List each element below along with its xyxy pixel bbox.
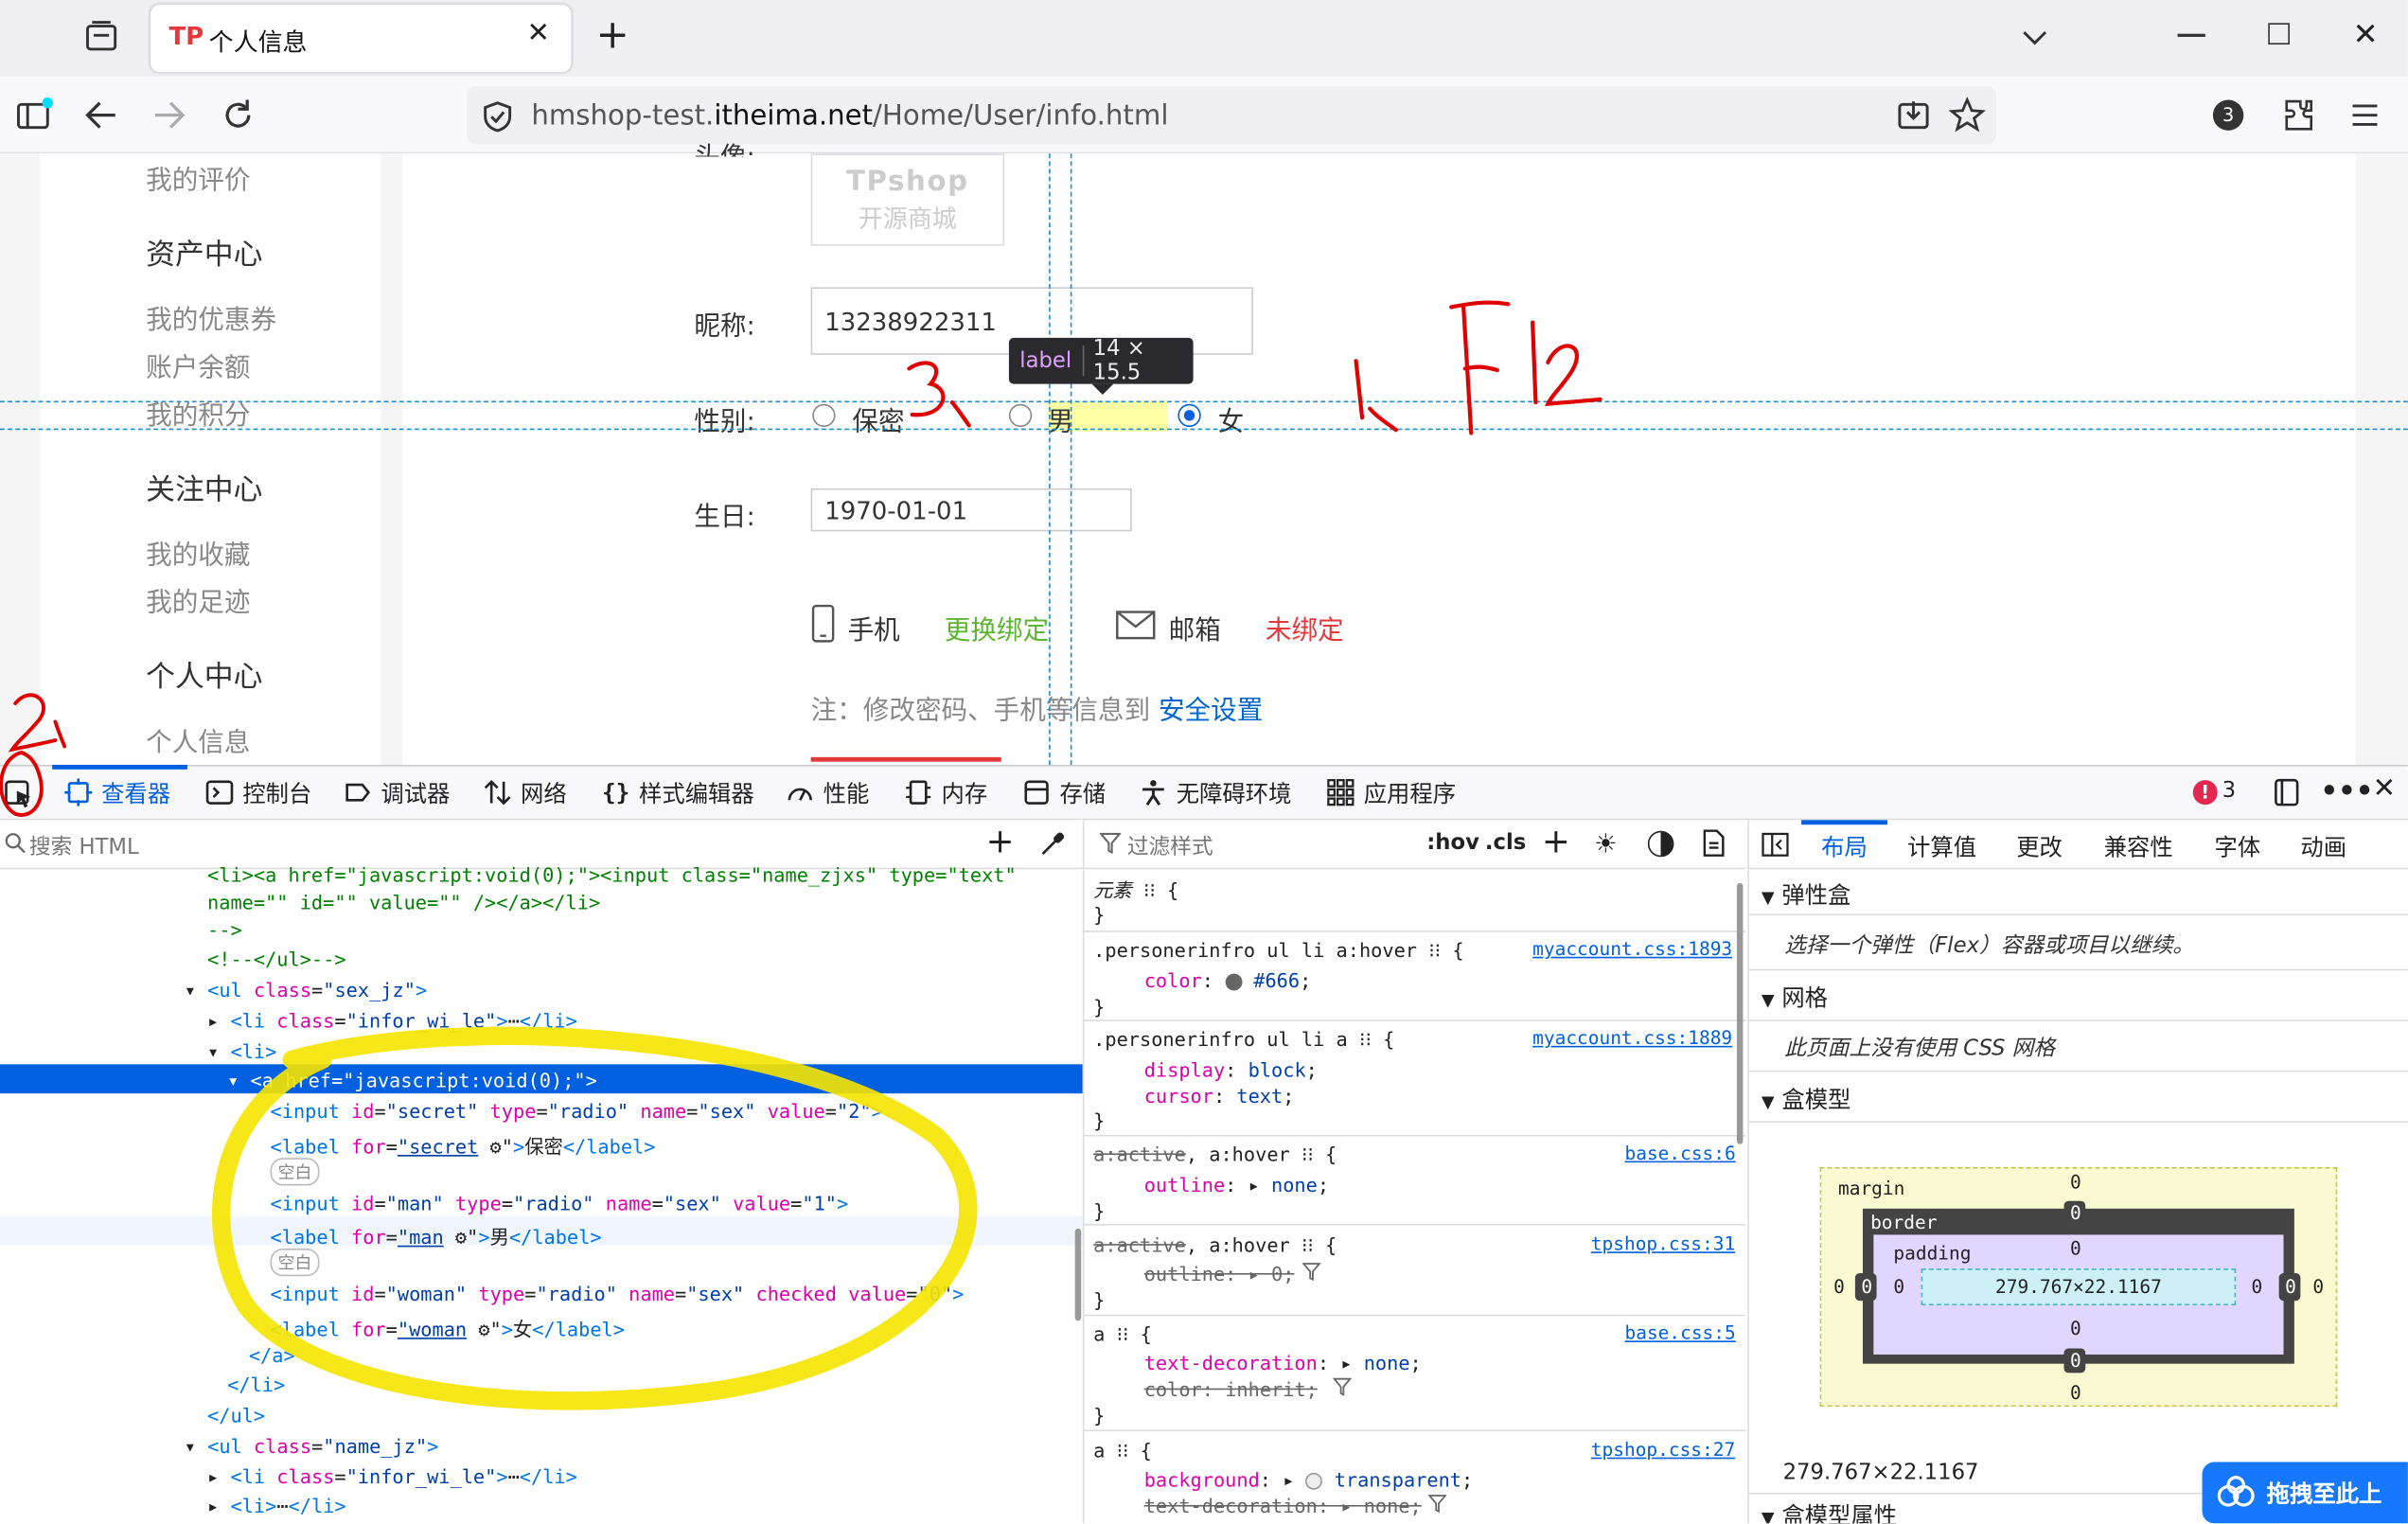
annotation-3 — [907, 361, 971, 428]
annotation-highlight-ellipse — [212, 1026, 978, 1410]
screen: TP 个人信息 ✕ + ✕ hmshop-test.itheima.net/Ho… — [0, 0, 2408, 1524]
annotation-f12 — [1354, 300, 1602, 435]
annotation-2 — [0, 693, 67, 817]
annotation-layer — [0, 300, 1602, 1410]
